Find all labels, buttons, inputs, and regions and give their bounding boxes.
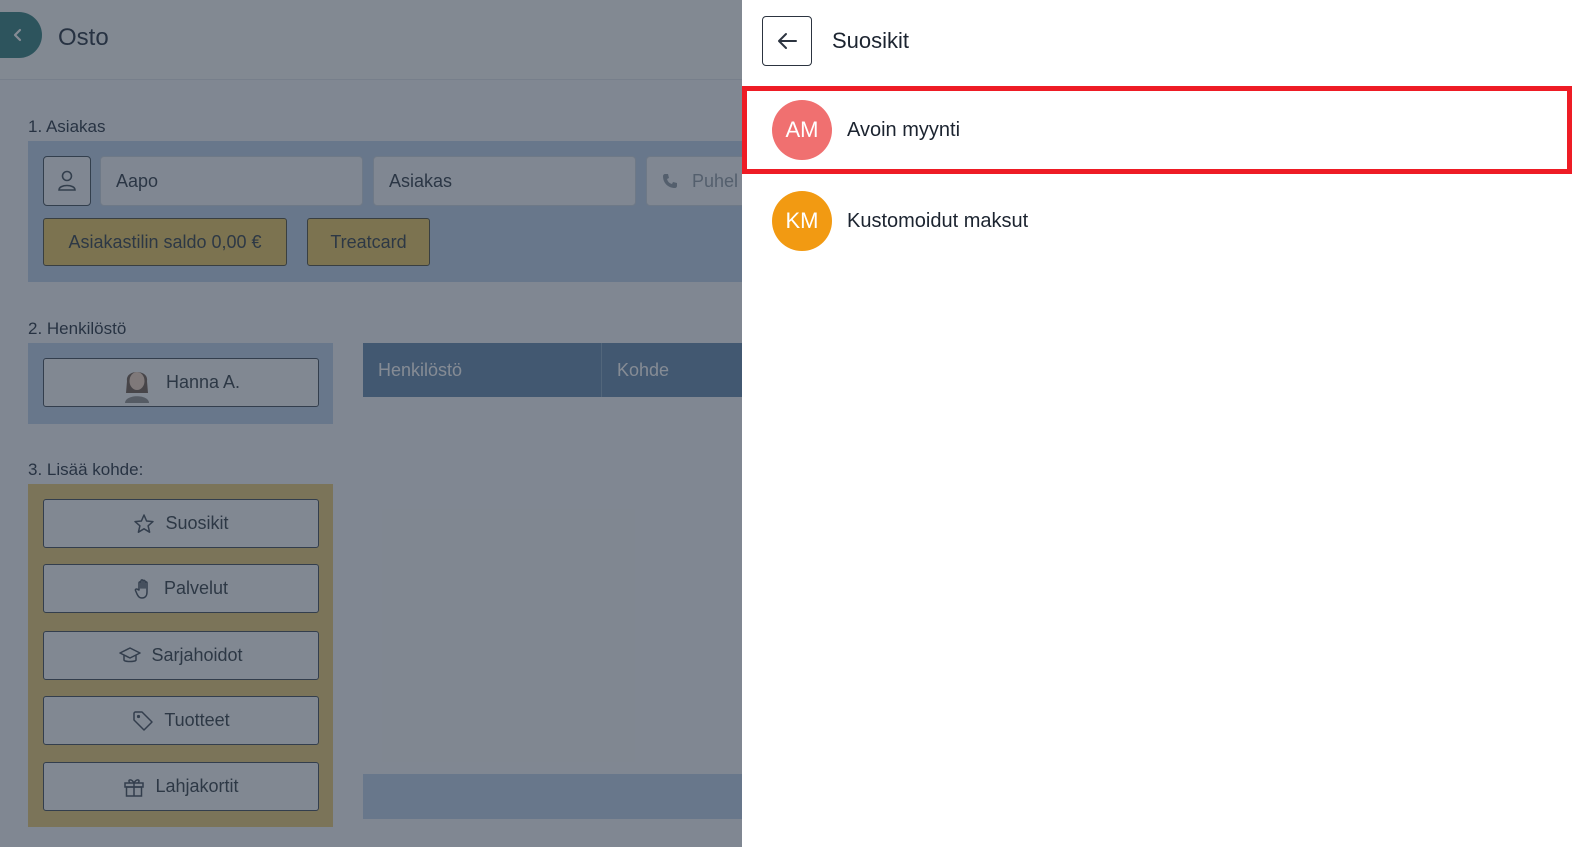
customer-search-button[interactable] (43, 156, 91, 206)
favorite-avatar: AM (772, 100, 832, 160)
cart-table: Henkilöstö Kohde (363, 343, 742, 819)
chevron-left-icon (13, 28, 22, 42)
staff-name: Hanna A. (165, 372, 241, 392)
star-icon (134, 513, 155, 533)
page-title: Osto (58, 24, 109, 51)
gift-cards-button[interactable]: Lahjakortit (43, 762, 319, 811)
treatcard-button[interactable]: Treatcard (307, 218, 430, 266)
graduation-cap-icon (119, 646, 142, 662)
staff-section-label: 2. Henkilöstö (28, 319, 127, 338)
arrow-left-icon (778, 33, 797, 49)
products-button[interactable]: Tuotteet (43, 696, 319, 745)
tag-icon (133, 710, 154, 731)
phone-icon (663, 174, 677, 188)
purchase-view: Osto 1. Asiakas Aapo Asiakas Puhel Asiak… (0, 0, 742, 847)
last-name-field[interactable]: Asiakas (373, 156, 636, 206)
staff-avatar (124, 371, 149, 403)
account-balance-button[interactable]: Asiakastilin saldo 0,00 € (43, 218, 287, 266)
table-footer (363, 774, 742, 819)
column-header-item[interactable]: Kohde (602, 343, 669, 397)
services-button[interactable]: Palvelut (43, 564, 319, 613)
favorites-button[interactable]: Suosikit (43, 499, 319, 548)
products-button-label: Tuotteet (164, 710, 230, 730)
user-icon (58, 170, 76, 191)
staff-select-button[interactable]: Hanna A. (43, 358, 319, 407)
favorite-item-open-sale[interactable]: AM Avoin myynti (742, 86, 1572, 174)
back-button[interactable] (0, 12, 42, 58)
favorite-avatar: KM (772, 191, 832, 251)
hand-icon (134, 578, 148, 599)
series-treatments-button-label: Sarjahoidot (151, 645, 243, 665)
column-header-staff[interactable]: Henkilöstö (363, 343, 602, 397)
gift-cards-button-label: Lahjakortit (155, 776, 239, 796)
app-header: Osto (0, 0, 742, 80)
favorites-drawer: Suosikit AM Avoin myynti KM Kustomoidut … (742, 0, 1580, 847)
series-treatments-button[interactable]: Sarjahoidot (43, 631, 319, 680)
favorites-button-label: Suosikit (165, 513, 229, 533)
favorite-item-custom-payments[interactable]: KM Kustomoidut maksut (742, 177, 1572, 265)
drawer-back-button[interactable] (762, 16, 812, 66)
favorite-label: Avoin myynti (847, 118, 961, 141)
services-button-label: Palvelut (163, 578, 229, 598)
drawer-title: Suosikit (832, 28, 910, 53)
phone-placeholder: Puhel (692, 170, 739, 191)
favorite-label: Kustomoidut maksut (847, 209, 1029, 232)
customer-section-label: 1. Asiakas (28, 117, 106, 136)
table-header: Henkilöstö Kohde (363, 343, 742, 397)
add-item-section-label: 3. Lisää kohde: (28, 460, 144, 479)
first-name-field[interactable]: Aapo (100, 156, 363, 206)
gift-icon (124, 778, 145, 797)
phone-field[interactable]: Puhel (646, 156, 742, 206)
